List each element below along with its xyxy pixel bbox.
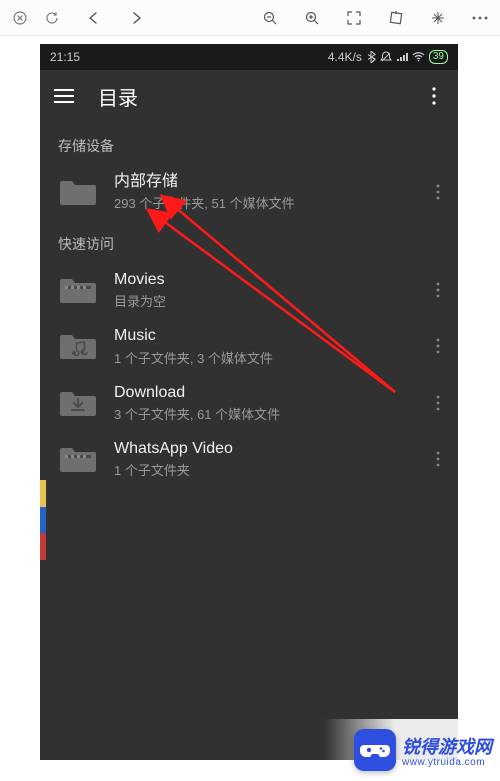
fullscreen-icon[interactable] [340,4,368,32]
forward-icon[interactable] [122,4,150,32]
download-folder-icon [58,383,98,423]
folder-icon [58,172,98,212]
more-icon[interactable] [466,4,494,32]
movies-folder-icon [58,270,98,310]
section-header-quick: 快速访问 [40,220,458,262]
watermark-name: 锐得游戏网 [402,733,492,759]
phone-frame: 21:15 4.4K/s 39 目录 存储设备 [40,44,458,760]
editor-toolbar [0,0,500,36]
close-icon[interactable] [6,4,34,32]
battery-indicator: 39 [429,50,448,64]
rotate-icon[interactable] [382,4,410,32]
watermark-logo-icon [354,729,396,771]
color-strip-decoration [40,480,46,560]
row-overflow-icon[interactable] [426,387,450,419]
row-overflow-icon[interactable] [426,330,450,362]
back-icon[interactable] [80,4,108,32]
row-subtitle: 1 个子文件夹, 3 个媒体文件 [114,348,410,367]
status-time: 21:15 [50,50,80,64]
quick-row-whatsapp-video[interactable]: WhatsApp Video 1 个子文件夹 [40,431,458,487]
zoom-out-icon[interactable] [256,4,284,32]
storage-row-internal[interactable]: 内部存储 293 个子文件夹, 51 个媒体文件 [40,164,458,220]
row-title: Movies [114,270,410,289]
overflow-icon[interactable] [418,80,450,112]
row-title: Download [114,383,410,402]
zoom-in-icon[interactable] [298,4,326,32]
row-subtitle: 1 个子文件夹 [114,460,410,479]
section-header-storage: 存储设备 [40,122,458,164]
wifi-icon [412,52,425,62]
refresh-icon[interactable] [38,4,66,32]
row-subtitle: 3 个子文件夹, 61 个媒体文件 [114,404,410,423]
row-subtitle: 目录为空 [114,291,410,310]
quick-row-download[interactable]: Download 3 个子文件夹, 61 个媒体文件 [40,375,458,431]
row-overflow-icon[interactable] [426,274,450,306]
watermark: 锐得游戏网 www.ytruida.com [324,719,500,781]
row-title: 内部存储 [114,172,410,191]
status-bar: 21:15 4.4K/s 39 [40,44,458,70]
music-folder-icon [58,326,98,366]
bluetooth-icon [366,51,376,63]
video-folder-icon [58,439,98,479]
status-net-speed: 4.4K/s [328,50,362,64]
row-title: WhatsApp Video [114,439,410,458]
app-title: 目录 [98,82,138,111]
sparkle-icon[interactable] [424,4,452,32]
watermark-url: www.ytruida.com [402,757,492,768]
quick-row-movies[interactable]: Movies 目录为空 [40,262,458,318]
menu-icon[interactable] [48,80,80,112]
row-title: Music [114,326,410,345]
app-bar: 目录 [40,70,458,122]
dnd-icon [380,51,392,63]
quick-row-music[interactable]: Music 1 个子文件夹, 3 个媒体文件 [40,318,458,374]
row-subtitle: 293 个子文件夹, 51 个媒体文件 [114,193,410,212]
row-overflow-icon[interactable] [426,443,450,475]
row-overflow-icon[interactable] [426,176,450,208]
signal-icon [396,52,408,62]
